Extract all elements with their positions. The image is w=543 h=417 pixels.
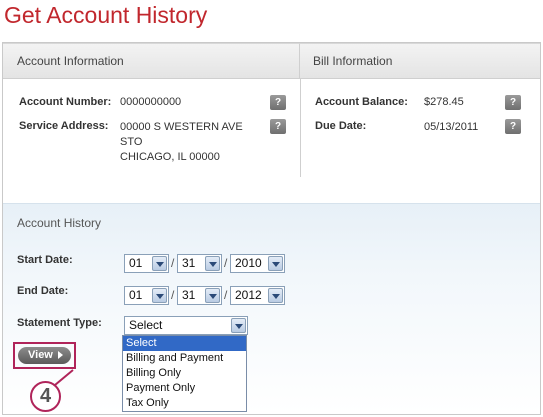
account-number-help-icon[interactable]: ?	[270, 95, 286, 110]
page-title: Get Account History	[4, 2, 208, 28]
end-date-label: End Date:	[17, 285, 69, 297]
service-address-help-icon[interactable]: ?	[270, 119, 286, 134]
statement-option[interactable]: Tax Only	[123, 396, 246, 411]
service-address-line2: STO	[120, 136, 143, 148]
service-address-label: Service Address:	[19, 120, 109, 132]
section-divider	[300, 79, 301, 177]
chevron-down-icon	[268, 256, 283, 271]
date-separator: /	[224, 256, 228, 270]
date-separator: /	[224, 288, 228, 302]
account-information-header: Account Information	[3, 43, 300, 79]
chevron-down-icon	[152, 288, 167, 303]
date-separator: /	[171, 256, 175, 270]
account-balance-help-icon[interactable]: ?	[505, 95, 521, 110]
statement-type-label: Statement Type:	[17, 317, 102, 329]
account-number-value: 0000000000	[120, 96, 182, 108]
play-arrow-icon	[58, 351, 63, 359]
service-address-line3: CHICAGO, IL 00000	[120, 151, 220, 163]
start-month-select[interactable]: 01	[124, 254, 169, 273]
account-history-section: Account History	[3, 203, 540, 414]
chevron-down-icon	[205, 256, 220, 271]
end-year-select[interactable]: 2012	[230, 286, 285, 305]
chevron-down-icon	[205, 288, 220, 303]
chevron-down-icon	[231, 318, 246, 333]
end-day-select[interactable]: 31	[177, 286, 222, 305]
chevron-down-icon	[268, 288, 283, 303]
account-balance-value: $278.45	[424, 96, 464, 108]
statement-option[interactable]: Billing Only	[123, 366, 246, 381]
step-number-badge: 4	[30, 381, 61, 412]
account-history-header: Account History	[17, 216, 102, 230]
due-date-value: 05/13/2011	[424, 121, 479, 133]
account-balance-label: Account Balance:	[315, 96, 408, 108]
account-history-panel: Account Information Bill Information Acc…	[2, 42, 541, 415]
statement-option[interactable]: Select	[123, 336, 246, 351]
bill-information-header: Bill Information	[300, 43, 540, 79]
view-button[interactable]: View	[18, 347, 71, 364]
start-year-select[interactable]: 2010	[230, 254, 285, 273]
account-number-label: Account Number:	[19, 96, 112, 108]
chevron-down-icon	[152, 256, 167, 271]
statement-option[interactable]: Payment Only	[123, 381, 246, 396]
start-day-select[interactable]: 31	[177, 254, 222, 273]
statement-type-dropdown-list: Select Billing and Payment Billing Only …	[122, 335, 247, 412]
due-date-label: Due Date:	[315, 120, 367, 132]
due-date-help-icon[interactable]: ?	[505, 119, 521, 134]
start-date-label: Start Date:	[17, 254, 73, 266]
statement-option[interactable]: Billing and Payment	[123, 351, 246, 366]
statement-type-select[interactable]: Select	[124, 316, 248, 335]
view-button-highlight: View	[13, 342, 76, 369]
date-separator: /	[171, 288, 175, 302]
end-month-select[interactable]: 01	[124, 286, 169, 305]
service-address-line1: 00000 S WESTERN AVE	[120, 121, 243, 133]
